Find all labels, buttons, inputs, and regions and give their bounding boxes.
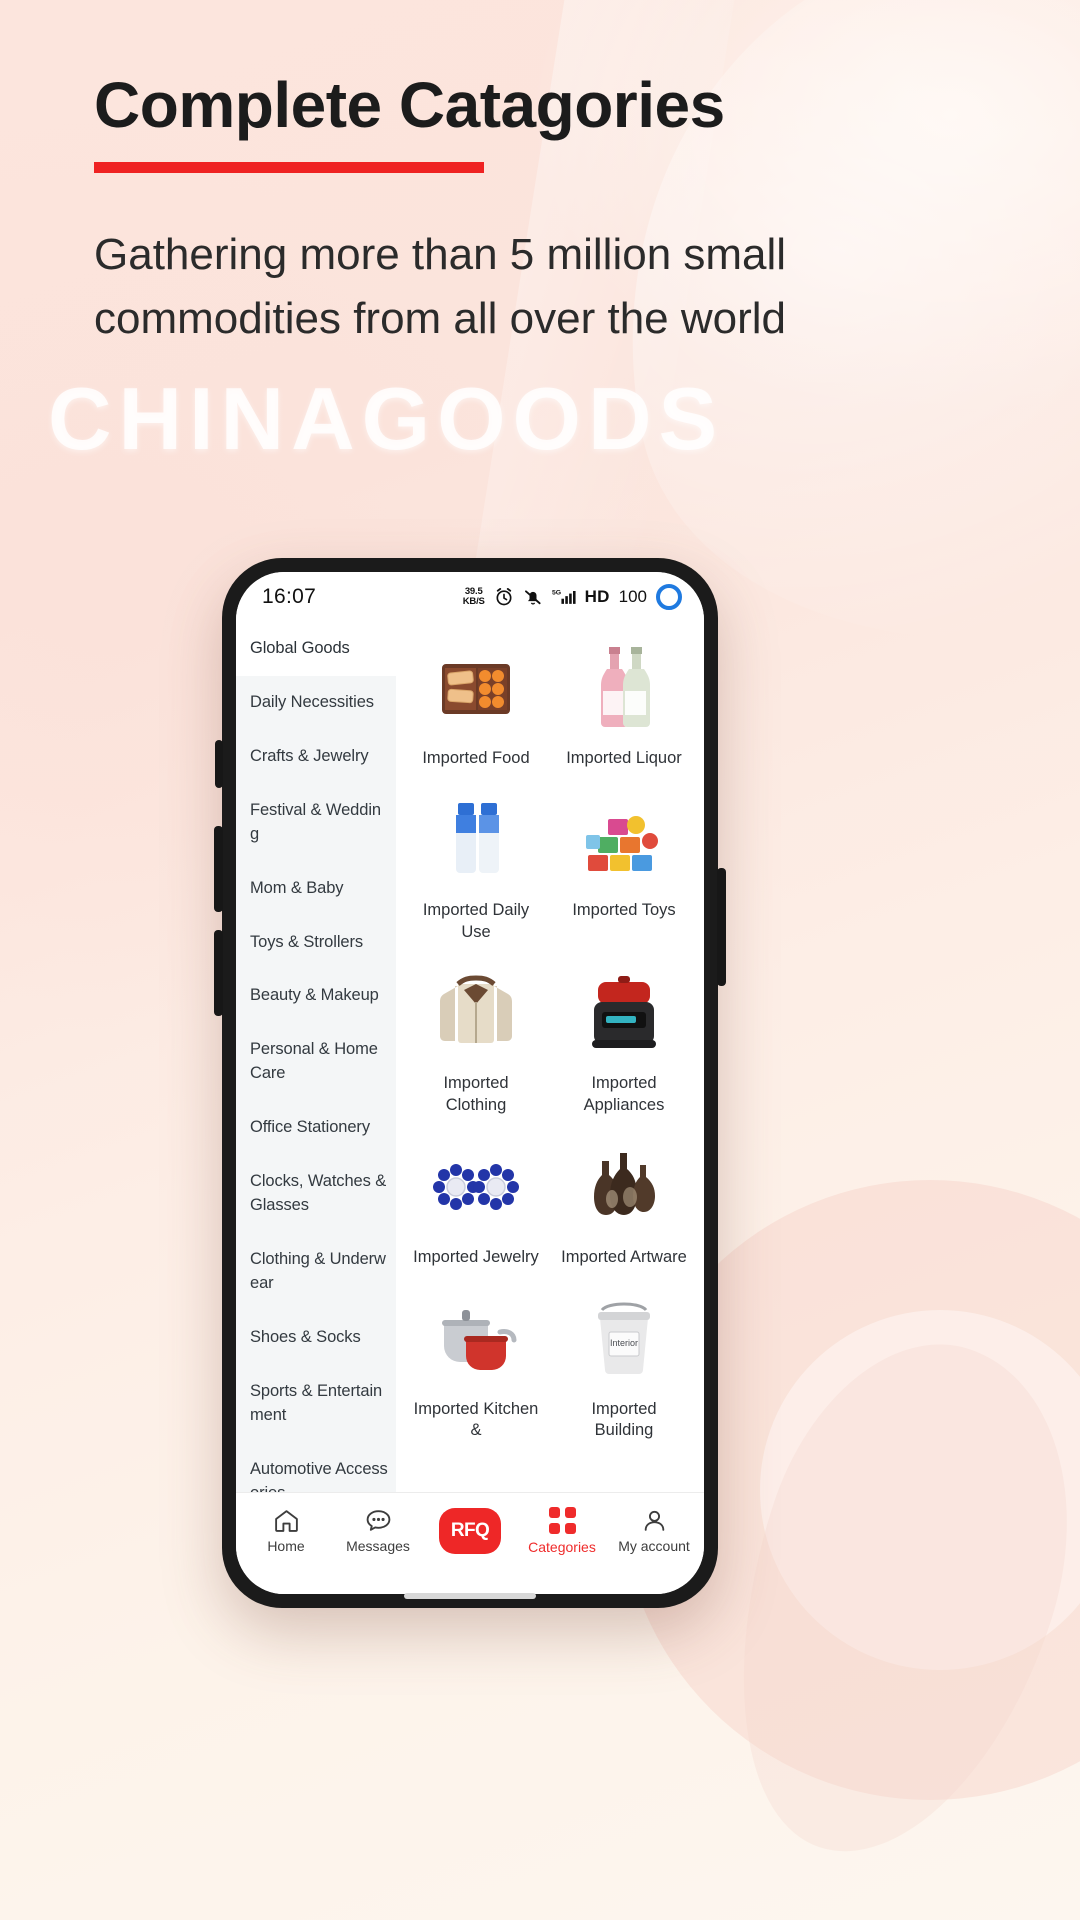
bottom-tab-bar: Home Messages RFQ Categories My account: [236, 1492, 704, 1568]
phone-volume-up-button[interactable]: [214, 826, 223, 912]
tab-label: My account: [618, 1537, 690, 1554]
phone-power-button[interactable]: [717, 868, 726, 986]
category-sidebar[interactable]: Global Goods Daily Necessities Crafts & …: [236, 622, 396, 1492]
sidebar-item-automotive-accessories[interactable]: Automotive Accessories: [236, 1443, 396, 1492]
phone-volume-down-button[interactable]: [214, 930, 223, 1016]
signal-bars-icon: 5G: [552, 589, 576, 604]
grid-square: [548, 1522, 560, 1534]
toothpaste-tubes-icon: [422, 790, 530, 890]
sidebar-item-shoes-socks[interactable]: Shoes & Socks: [236, 1311, 396, 1365]
grid-tile-label: Imported Liquor: [566, 749, 682, 767]
grid-tile-imported-appliances[interactable]: Imported Appliances: [550, 955, 698, 1117]
phone-screen: 16:07 39.5 KB/S 5G HD 100 Global Goods D…: [236, 572, 704, 1594]
tab-rfq[interactable]: RFQ: [426, 1507, 514, 1554]
phone-chin: [236, 1568, 704, 1594]
phone-mute-switch[interactable]: [215, 740, 223, 788]
tab-messages[interactable]: Messages: [334, 1508, 422, 1554]
grid-tile-imported-jewelry[interactable]: Imported Jewelry: [402, 1129, 550, 1269]
grid-squares-icon: [548, 1506, 576, 1534]
grid-tile-label: Imported Building: [591, 1399, 657, 1440]
home-indicator[interactable]: [404, 1593, 536, 1599]
grid-tile-label: Imported Jewelry: [413, 1247, 539, 1266]
page-subtitle: Gathering more than 5 million small comm…: [94, 230, 787, 344]
svg-text:Interior: Interior: [610, 1338, 638, 1348]
grid-tile-label: Imported Toys: [572, 900, 676, 919]
sidebar-item-daily-necessities[interactable]: Daily Necessities: [236, 676, 396, 730]
food-box-icon: [422, 638, 530, 738]
grid-tile-imported-clothing[interactable]: Imported Clothing: [402, 955, 550, 1117]
phone-mockup: 16:07 39.5 KB/S 5G HD 100 Global Goods D…: [214, 558, 726, 1608]
grid-tile-label: Imported Appliances: [583, 1074, 665, 1115]
grid-square: [564, 1522, 576, 1534]
app-content: Global Goods Daily Necessities Crafts & …: [236, 622, 704, 1492]
status-bar: 16:07 39.5 KB/S 5G HD 100: [236, 572, 704, 622]
grid-tile-label: Imported Food: [422, 749, 530, 767]
wine-bottles-icon: [570, 638, 678, 738]
svg-text:5G: 5G: [552, 589, 561, 596]
paint-bucket-icon: Interior: [570, 1289, 678, 1389]
grid-tile-imported-building[interactable]: Interior Imported Building: [550, 1281, 698, 1443]
category-grid: Imported Food Imported Liquor Imported D…: [402, 630, 698, 1442]
grid-tile-label: Imported Kitchen &: [413, 1399, 539, 1440]
tab-categories[interactable]: Categories: [518, 1506, 606, 1555]
grid-tile-imported-liquor[interactable]: Imported Liquor: [550, 630, 698, 770]
sidebar-item-office-stationery[interactable]: Office Stationery: [236, 1101, 396, 1155]
grid-tile-imported-artware[interactable]: Imported Artware: [550, 1129, 698, 1269]
grid-tile-label: Imported Daily Use: [422, 900, 530, 941]
vases-icon: [570, 1137, 678, 1237]
sidebar-item-toys-strollers[interactable]: Toys & Strollers: [236, 916, 396, 970]
grid-tile-imported-kitchen[interactable]: Imported Kitchen &: [402, 1281, 550, 1443]
battery-ring-icon: [656, 584, 682, 610]
poster-header: Complete Catagories Gathering more than …: [94, 70, 994, 351]
sidebar-item-personal-home-care[interactable]: Personal & Home Care: [236, 1023, 396, 1101]
hd-call-indicator: HD: [584, 587, 610, 606]
battery-percentage: 100: [618, 587, 647, 606]
network-speed-indicator: 39.5 KB/S: [463, 587, 485, 606]
earrings-icon: [422, 1137, 530, 1237]
network-speed-unit: KB/S: [462, 596, 485, 607]
sidebar-item-clothing-underwear[interactable]: Clothing & Underwear: [236, 1233, 396, 1311]
grid-tile-imported-toys[interactable]: Imported Toys: [550, 782, 698, 944]
grid-tile-imported-daily-use[interactable]: Imported Daily Use: [402, 782, 550, 944]
tab-home[interactable]: Home: [242, 1508, 330, 1554]
grid-square: [548, 1506, 560, 1518]
tab-label: Categories: [528, 1538, 596, 1555]
sidebar-item-beauty-makeup[interactable]: Beauty & Makeup: [236, 969, 396, 1023]
sidebar-item-global-goods[interactable]: Global Goods: [236, 622, 396, 676]
cookware-icon: [422, 1289, 530, 1389]
bell-muted-icon: [524, 590, 541, 605]
person-icon: [644, 1510, 664, 1531]
rfq-logo-icon: RFQ: [439, 1507, 501, 1554]
tab-my-account[interactable]: My account: [610, 1508, 698, 1554]
tab-label: Home: [267, 1537, 305, 1554]
brand-watermark: CHINAGOODS: [48, 369, 725, 468]
sidebar-item-mom-baby[interactable]: Mom & Baby: [236, 862, 396, 916]
status-bar-clock: 16:07: [262, 585, 317, 608]
sidebar-item-sports-entertainment[interactable]: Sports & Entertainment: [236, 1365, 396, 1443]
chat-bubble-icon: [366, 1509, 390, 1531]
grid-tile-label: Imported Artware: [561, 1247, 687, 1266]
status-bar-indicators: 39.5 KB/S 5G HD 100: [463, 584, 682, 610]
page-title: Complete Catagories: [94, 69, 725, 141]
rice-cooker-icon: [570, 963, 678, 1063]
sidebar-item-crafts-jewelry[interactable]: Crafts & Jewelry: [236, 730, 396, 784]
home-icon: [274, 1509, 298, 1532]
grid-tile-label: Imported Clothing: [443, 1074, 509, 1115]
title-underline-rule: [94, 162, 484, 174]
category-grid-pane: Imported Food Imported Liquor Imported D…: [396, 622, 704, 1492]
grid-tile-imported-food[interactable]: Imported Food: [402, 630, 550, 770]
grid-square: [564, 1506, 576, 1518]
sidebar-item-clocks-watches-glasses[interactable]: Clocks, Watches & Glasses: [236, 1155, 396, 1233]
building-blocks-icon: [570, 790, 678, 890]
jacket-icon: [422, 963, 530, 1063]
alarm-clock-icon: [496, 588, 512, 606]
sidebar-item-festival-wedding[interactable]: Festival & Wedding: [236, 784, 396, 862]
tab-label: Messages: [346, 1537, 410, 1554]
